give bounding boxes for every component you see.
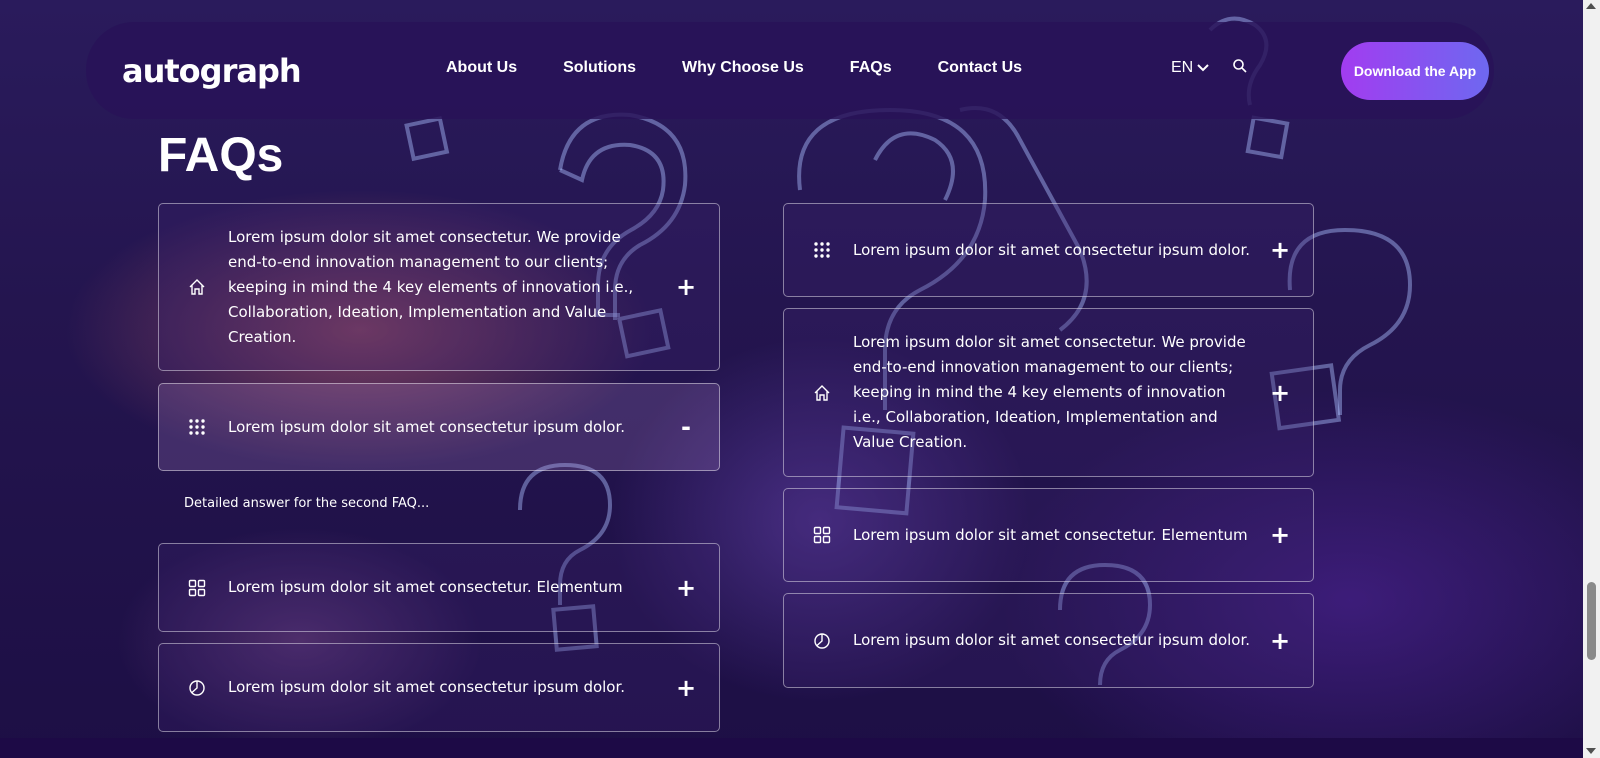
expand-toggle-icon[interactable]: +: [675, 273, 697, 301]
brand-logo[interactable]: autograph: [122, 52, 302, 90]
squares-grid-icon: [187, 578, 207, 598]
scrollbar-thumb[interactable]: [1587, 582, 1596, 660]
faq-item[interactable]: Lorem ipsum dolor sit amet consectetur i…: [158, 643, 720, 732]
faq-heading: FAQs: [158, 129, 284, 182]
scroll-down-arrow-icon[interactable]: [1586, 748, 1596, 754]
faq-item[interactable]: Lorem ipsum dolor sit amet consectetur. …: [783, 308, 1314, 477]
faq-question: Lorem ipsum dolor sit amet consectetur i…: [228, 678, 626, 696]
footer-strip: [0, 738, 1583, 758]
language-selector[interactable]: EN: [1171, 59, 1210, 77]
scroll-up-arrow-icon[interactable]: [1586, 3, 1596, 9]
faq-question: Lorem ipsum dolor sit amet consectetur. …: [228, 227, 634, 346]
download-app-button[interactable]: Download the App: [1341, 42, 1489, 100]
expand-toggle-icon[interactable]: +: [1269, 236, 1291, 264]
faq-question: Lorem ipsum dolor sit amet consectetur. …: [853, 525, 1248, 544]
faq-item[interactable]: Lorem ipsum dolor sit amet consectetur. …: [158, 543, 720, 632]
home-icon: [812, 383, 832, 403]
faq-item-open[interactable]: Lorem ipsum dolor sit amet consectetur i…: [158, 383, 720, 471]
faq-item[interactable]: Lorem ipsum dolor sit amet consectetur. …: [158, 203, 720, 371]
top-navbar: autograph About Us Solutions Why Choose …: [86, 22, 1494, 119]
nav-link-solutions[interactable]: Solutions: [563, 59, 636, 77]
faq-item[interactable]: Lorem ipsum dolor sit amet consectetur i…: [783, 203, 1314, 297]
faq-question: Lorem ipsum dolor sit amet consectetur i…: [853, 631, 1251, 649]
faq-question: Lorem ipsum dolor sit amet consectetur. …: [853, 333, 1246, 451]
faq-item[interactable]: Lorem ipsum dolor sit amet consectetur. …: [783, 488, 1314, 582]
expand-toggle-icon[interactable]: +: [1269, 627, 1291, 655]
faq-answer: Detailed answer for the second FAQ...: [184, 496, 430, 511]
faq-item[interactable]: Lorem ipsum dolor sit amet consectetur i…: [783, 593, 1314, 688]
search-icon: [1233, 59, 1247, 73]
pie-chart-icon: [187, 678, 207, 698]
expand-toggle-icon[interactable]: +: [1269, 521, 1291, 549]
expand-toggle-icon[interactable]: +: [1269, 379, 1291, 407]
nav-link-faqs[interactable]: FAQs: [850, 59, 892, 77]
language-label: EN: [1171, 59, 1194, 76]
faq-question: Lorem ipsum dolor sit amet consectetur i…: [228, 417, 626, 436]
faq-question: Lorem ipsum dolor sit amet consectetur i…: [853, 240, 1251, 259]
dots-grid-icon: [187, 417, 207, 437]
page-viewport: autograph About Us Solutions Why Choose …: [0, 0, 1583, 758]
squares-grid-icon: [812, 525, 832, 545]
nav-link-about-us[interactable]: About Us: [446, 59, 517, 77]
expand-toggle-icon[interactable]: +: [675, 574, 697, 602]
home-icon: [187, 277, 207, 297]
faq-question: Lorem ipsum dolor sit amet consectetur. …: [228, 578, 623, 596]
pie-chart-icon: [812, 631, 832, 651]
nav-link-why-choose-us[interactable]: Why Choose Us: [682, 59, 804, 77]
main-nav: About Us Solutions Why Choose Us FAQs Co…: [446, 59, 1068, 77]
expand-toggle-icon[interactable]: +: [675, 674, 697, 702]
chevron-down-icon: [1197, 64, 1209, 72]
dots-grid-icon: [812, 240, 832, 260]
search-button[interactable]: [1232, 58, 1252, 78]
nav-link-contact-us[interactable]: Contact Us: [938, 59, 1022, 77]
collapse-toggle-icon[interactable]: -: [675, 413, 697, 441]
